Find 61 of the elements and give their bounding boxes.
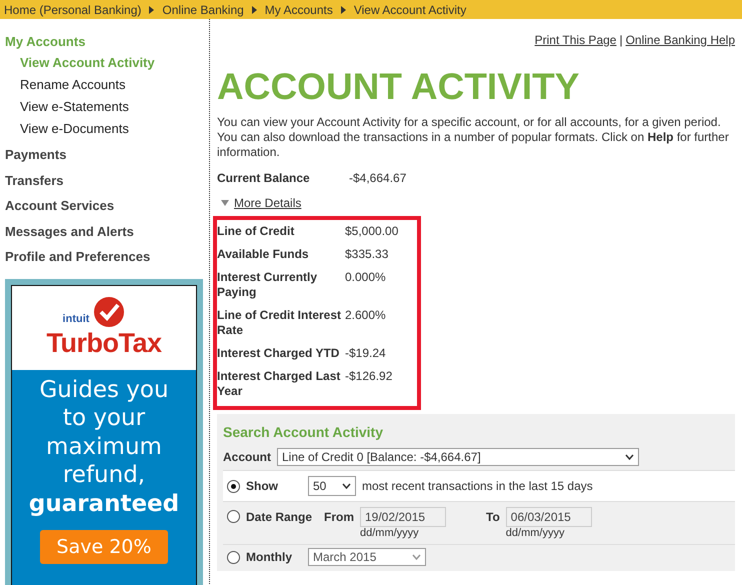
chevron-icon: [149, 6, 154, 14]
detail-value: $5,000.00: [345, 224, 398, 239]
radio-button[interactable]: [227, 480, 240, 492]
checkmark-icon: [93, 296, 126, 328]
detail-value: $335.33: [345, 247, 388, 262]
detail-value: 0.000%: [345, 270, 386, 286]
ad-text: Guides you to your maximum refund, guaranteed: [28, 376, 180, 518]
detail-label: Available Funds: [217, 247, 310, 262]
nav-section[interactable]: Transfers: [0, 170, 209, 196]
date-hint: dd/mm/yyyy: [360, 527, 420, 539]
count-dropdown[interactable]: 50: [308, 476, 356, 496]
more-details-link[interactable]: More Details: [234, 196, 302, 210]
option-label: Date Range: [246, 510, 314, 524]
detail-label: Interest Charged YTD: [217, 346, 340, 361]
detail-value: -$126.92: [345, 369, 392, 385]
date-field[interactable]: 19/02/2015: [360, 507, 446, 527]
nav-section[interactable]: Messages and Alerts: [0, 222, 209, 247]
ad-banner[interactable]: intuit TurboTax Guides you to your maximum refund, guaranteed Save 20%: [5, 278, 203, 585]
nav-section[interactable]: Account Services: [0, 196, 209, 222]
brand-label: intuit: [62, 312, 90, 324]
chevron-icon: [252, 6, 257, 14]
detail-label: Line of Credit Interest Rate: [217, 308, 342, 338]
brand-logo: TurboTax: [46, 328, 162, 358]
link-separator: |: [619, 33, 623, 47]
date-hint: dd/mm/yyyy: [506, 527, 566, 539]
to-label: To: [486, 510, 500, 524]
header-link[interactable]: Online Banking Help: [626, 33, 735, 47]
option-label: Show: [246, 479, 279, 493]
chevron-icon: [340, 6, 346, 14]
nav-item[interactable]: View e-Documents: [0, 120, 209, 145]
breadcrumb-link[interactable]: View Account Activity: [354, 2, 466, 16]
nav-section[interactable]: Payments: [0, 145, 209, 170]
nav-item[interactable]: View e-Statements: [0, 98, 209, 120]
account-dropdown[interactable]: Line of Credit 0 [Balance: -$4,664.67]: [277, 448, 639, 466]
caret-icon: [412, 554, 421, 560]
page-title: ACCOUNT ACTIVITY: [217, 67, 580, 107]
caret-icon: [625, 454, 634, 460]
header-link[interactable]: Print This Page: [534, 33, 616, 47]
detail-label: Line of Credit: [217, 224, 296, 239]
breadcrumb-link[interactable]: Online Banking: [162, 2, 244, 16]
radio-button[interactable]: [227, 510, 240, 523]
balance-value: -$4,664.67: [349, 171, 406, 185]
detail-value: -$19.24: [345, 346, 386, 361]
option-text: most recent transactions in the last 15 days: [362, 479, 593, 493]
from-label: From: [324, 510, 354, 524]
breadcrumb-link[interactable]: Home (Personal Banking): [4, 2, 142, 16]
account-label: Account: [223, 450, 271, 464]
option-label: Monthly: [246, 550, 293, 564]
caret-icon: [342, 483, 351, 489]
date-field[interactable]: 06/03/2015: [506, 507, 592, 527]
intro-text: You can view your Account Activity for a specific account, or for all accounts, for a given period. You can also download the transactions in a number of popular formats. Click on Help for further information.: [217, 115, 730, 160]
balance-label: Current Balance: [217, 171, 311, 185]
nav-section[interactable]: Profile and Preferences: [0, 247, 209, 272]
section-title: Search Account Activity: [223, 424, 384, 440]
radio-button[interactable]: [227, 550, 240, 564]
month-dropdown[interactable]: March 2015: [308, 548, 426, 566]
detail-label: Interest Currently Paying: [217, 270, 318, 300]
detail-label: Interest Charged Last Year: [217, 369, 342, 399]
nav-item[interactable]: Rename Accounts: [0, 76, 209, 98]
detail-value: 2.600%: [345, 308, 386, 324]
breadcrumb-link[interactable]: My Accounts: [264, 2, 333, 16]
